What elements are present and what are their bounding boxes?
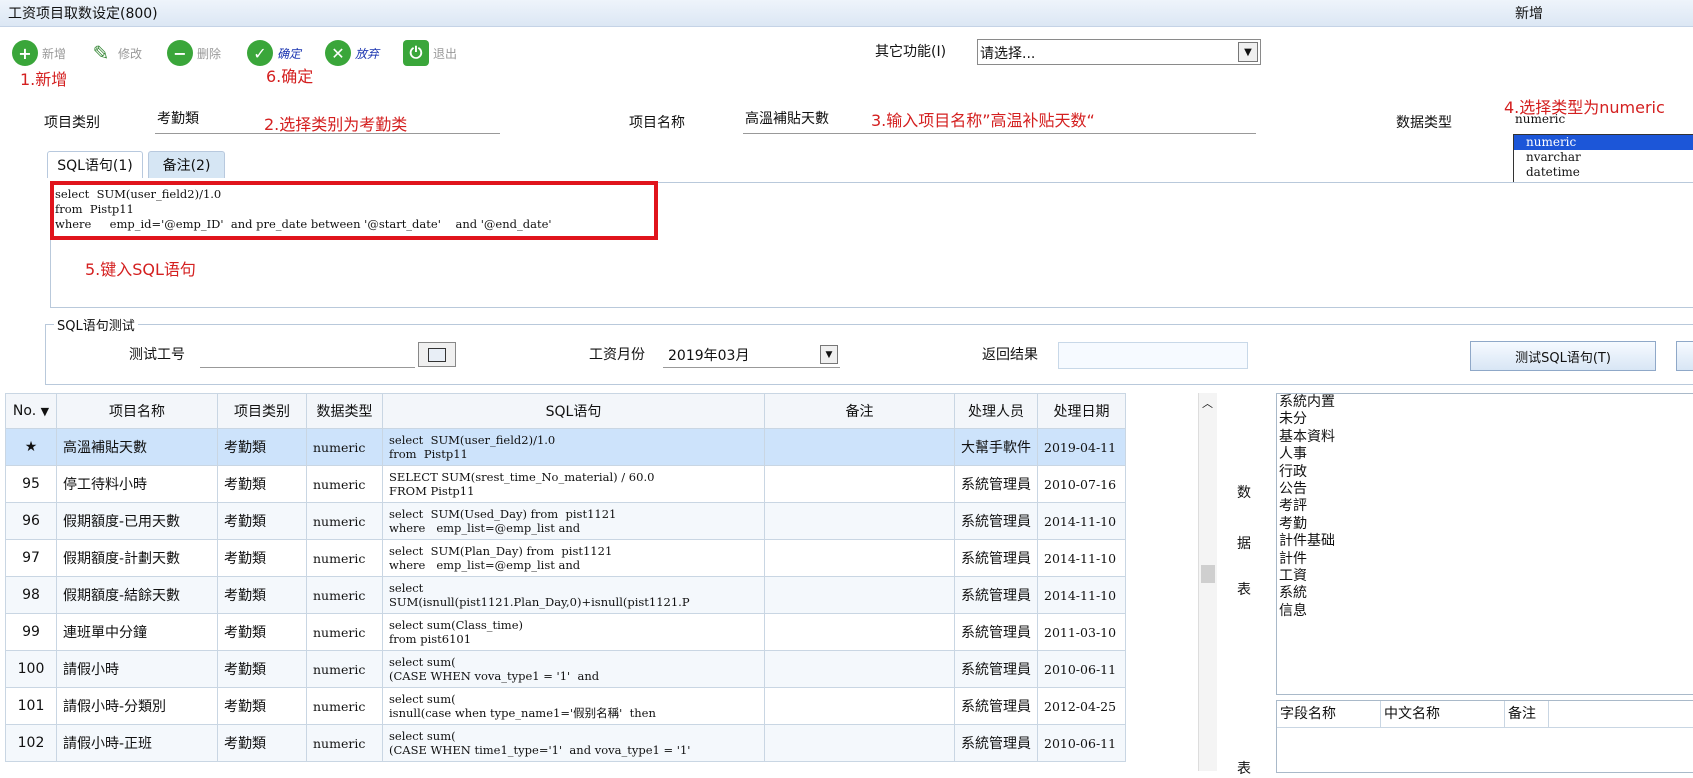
tab-note[interactable]: 备注(2) xyxy=(148,151,225,178)
table-row[interactable]: 102 請假小時-正班 考勤類 numeric select sum( (CAS… xyxy=(5,724,1126,762)
result-field[interactable] xyxy=(1058,342,1248,369)
side-label: 表 xyxy=(1237,582,1251,598)
filter-icon: ▼ xyxy=(40,405,50,418)
side-label: 据 xyxy=(1237,536,1251,552)
test-sql-button[interactable]: 测试SQL语句(T) xyxy=(1470,341,1656,371)
chevron-down-icon[interactable]: ▼ xyxy=(820,345,838,364)
column-header[interactable]: 项目类别 xyxy=(217,393,307,429)
salary-month-select[interactable]: 2019年03月 ▼ xyxy=(663,343,840,368)
list-item[interactable]: 人事 xyxy=(1277,446,1693,463)
fields-table: 字段名称 中文名称 备注 xyxy=(1276,700,1693,773)
list-item[interactable]: 計件基础 xyxy=(1277,533,1693,550)
list-item[interactable]: 計件 xyxy=(1277,551,1693,568)
exit-button[interactable]: ⏻ 退出 xyxy=(403,36,457,70)
window-title: 工资项目取数设定(800) xyxy=(8,6,158,22)
other-functions-label: 其它功能(I) xyxy=(875,44,947,60)
annotation-step2: 2.选择类别为考勤类 xyxy=(264,115,408,134)
cancel-button[interactable]: ✕ 放弃 xyxy=(325,36,379,70)
list-item[interactable]: 公告 xyxy=(1277,481,1693,498)
plus-icon: + xyxy=(12,40,38,66)
column-header[interactable]: 中文名称 xyxy=(1381,701,1505,727)
list-item[interactable]: 基本資料 xyxy=(1277,429,1693,446)
sql-line: select SUM(user_field2)/1.0 xyxy=(55,187,222,201)
list-item[interactable]: 系統 xyxy=(1277,585,1693,602)
annotation-step5: 5.键入SQL语句 xyxy=(85,260,196,279)
mode-label: 新增 xyxy=(1515,6,1543,22)
fields-header-row: 字段名称 中文名称 备注 xyxy=(1277,701,1693,728)
list-item[interactable]: 系統内置 xyxy=(1277,394,1693,411)
table-row[interactable]: 99 連班單中分鐘 考勤類 numeric select sum(Class_t… xyxy=(5,613,1126,651)
list-item[interactable]: 工資 xyxy=(1277,568,1693,585)
column-header[interactable]: 备注 xyxy=(764,393,955,429)
column-header[interactable]: SQL语句 xyxy=(382,393,765,429)
table-row[interactable]: 95 停工待料小時 考勤類 numeric SELECT SUM(srest_t… xyxy=(5,465,1126,503)
dropdown-option[interactable]: numeric xyxy=(1514,135,1693,150)
column-header[interactable]: 字段名称 xyxy=(1277,701,1381,727)
column-header[interactable]: 处理日期 xyxy=(1037,393,1126,429)
title-bar: 工资项目取数设定(800) 新增 xyxy=(0,0,1693,27)
category-label: 项目类别 xyxy=(44,115,100,131)
data-type-input[interactable]: numeric xyxy=(1513,112,1693,132)
edit-button[interactable]: ✎ 修改 xyxy=(88,36,142,70)
salary-month-label: 工资月份 xyxy=(589,347,645,363)
dropdown-option[interactable]: nvarchar xyxy=(1514,150,1693,165)
add-button[interactable]: + 新增 xyxy=(12,36,66,70)
column-header-no[interactable]: No. ▼ xyxy=(5,393,57,429)
table-row[interactable]: 101 請假小時-分類別 考勤類 numeric select sum( isn… xyxy=(5,687,1126,725)
scroll-thumb[interactable] xyxy=(1201,565,1215,583)
test-emp-label: 测试工号 xyxy=(129,347,185,363)
tab-sql[interactable]: SQL语句(1) xyxy=(47,151,143,178)
annotation-step3: 3.输入项目名称”高温补贴天数“ xyxy=(871,111,1095,130)
annotation-step6: 6.确定 xyxy=(266,67,314,86)
table-category-list[interactable]: 系統内置 未分 基本資料 人事 行政 公告 考評 考勤 計件基础 計件 工資 系… xyxy=(1276,393,1693,695)
grid-scrollbar[interactable]: ︿ xyxy=(1198,393,1217,771)
table-row[interactable]: 100 請假小時 考勤類 numeric select sum( (CASE W… xyxy=(5,650,1126,688)
exit-icon: ⏻ xyxy=(403,40,429,66)
table-row[interactable]: 98 假期額度-結餘天數 考勤類 numeric select SUM(isnu… xyxy=(5,576,1126,614)
side-label: 数 xyxy=(1237,485,1251,501)
column-header[interactable]: 项目名称 xyxy=(56,393,218,429)
table-row[interactable]: 96 假期額度-已用天數 考勤類 numeric select SUM(Used… xyxy=(5,502,1126,540)
column-header[interactable]: 数据类型 xyxy=(306,393,383,429)
sql-line: from Pistp11 xyxy=(55,202,134,216)
pencil-icon: ✎ xyxy=(92,41,110,65)
list-item[interactable]: 考評 xyxy=(1277,498,1693,515)
items-grid: No. ▼ 项目名称 项目类别 数据类型 SQL语句 备注 处理人员 处理日期 … xyxy=(5,393,1126,762)
cross-icon: ✕ xyxy=(325,40,351,66)
other-functions-select[interactable]: 请选择... ▼ xyxy=(977,39,1261,65)
calendar-icon[interactable] xyxy=(418,342,456,367)
annotation-step1: 1.新增 xyxy=(20,70,68,89)
chevron-down-icon[interactable]: ▼ xyxy=(1238,42,1258,62)
result-label: 返回结果 xyxy=(982,347,1038,363)
dropdown-option[interactable]: datetime xyxy=(1514,165,1693,180)
sql-line: where emp_id='@emp_ID' and pre_date betw… xyxy=(55,217,552,231)
chevron-up-icon[interactable]: ︿ xyxy=(1202,395,1213,411)
minus-icon: − xyxy=(167,40,193,66)
test-emp-field[interactable] xyxy=(200,342,415,368)
column-header[interactable]: 处理人员 xyxy=(954,393,1038,429)
list-item[interactable]: 未分 xyxy=(1277,411,1693,428)
table-row[interactable]: ★ 高溫補貼天數 考勤類 numeric select SUM(user_fie… xyxy=(5,428,1126,466)
column-header[interactable]: 备注 xyxy=(1505,701,1549,727)
list-item[interactable]: 行政 xyxy=(1277,464,1693,481)
side-label: 表 xyxy=(1237,761,1251,777)
table-row[interactable]: 97 假期額度-計劃天數 考勤類 numeric select SUM(Plan… xyxy=(5,539,1126,577)
list-item[interactable]: 信息 xyxy=(1277,603,1693,620)
item-name-label: 项目名称 xyxy=(629,115,685,131)
data-type-label: 数据类型 xyxy=(1396,115,1452,131)
delete-button[interactable]: − 删除 xyxy=(167,36,221,70)
data-type-dropdown[interactable]: numeric nvarchar datetime xyxy=(1513,134,1693,183)
extra-button[interactable] xyxy=(1676,341,1693,371)
grid-header-row: No. ▼ 项目名称 项目类别 数据类型 SQL语句 备注 处理人员 处理日期 xyxy=(5,393,1126,429)
list-item[interactable]: 考勤 xyxy=(1277,516,1693,533)
